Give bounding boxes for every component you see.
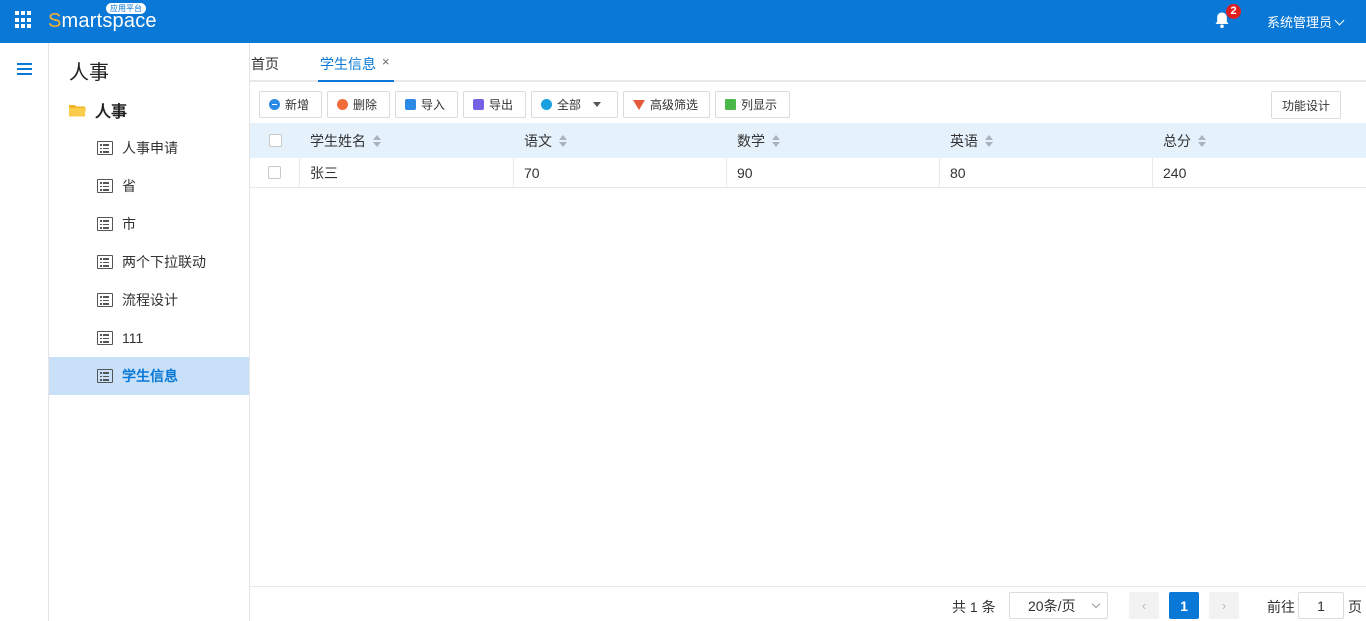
- active-tab-indicator: [318, 80, 394, 82]
- goto-page-input[interactable]: [1298, 592, 1344, 619]
- folder-icon: [69, 104, 86, 116]
- sidebar-folder[interactable]: 人事: [69, 99, 127, 121]
- select-all-checkbox[interactable]: [268, 134, 282, 147]
- table-row[interactable]: 张三 70 90 80 240: [250, 158, 1366, 188]
- sidebar-folder-label: 人事: [95, 104, 128, 121]
- chevron-down-icon: [1091, 599, 1101, 609]
- list-icon: [97, 141, 113, 155]
- scope-icon: [541, 99, 552, 110]
- list-icon: [97, 217, 113, 231]
- sidebar-item-student-info[interactable]: 学生信息: [49, 357, 249, 395]
- list-icon: [97, 369, 113, 383]
- list-icon: [97, 255, 113, 269]
- column-header-math[interactable]: 数学: [727, 123, 940, 158]
- sidebar-item-hr-application[interactable]: 人事申请: [49, 129, 249, 167]
- delete-button[interactable]: 删除: [327, 91, 390, 118]
- sidebar-item-label: 111: [122, 330, 144, 346]
- plus-icon: [269, 99, 280, 110]
- table-cell: 90: [727, 158, 940, 187]
- notification-count-badge: 2: [1226, 4, 1241, 19]
- top-bar: Smartspace 应用平台 2 系统管理员: [0, 0, 1366, 43]
- column-header-english[interactable]: 英语: [940, 123, 1153, 158]
- table-header: 学生姓名 语文 数学 英语 总分: [250, 123, 1366, 158]
- sidebar: 人事 人事 人事申请 省 市 两个下拉联动 流程设计 111 学生信息: [49, 43, 250, 621]
- sidebar-item-label: 流程设计: [122, 292, 178, 308]
- sidebar-item-city[interactable]: 市: [49, 205, 249, 243]
- row-checkbox[interactable]: [268, 166, 281, 179]
- tab-bar: 首页 学生信息 ×: [250, 43, 1366, 82]
- table-cell: 240: [1163, 164, 1187, 181]
- chevron-down-icon: [1334, 15, 1345, 26]
- export-button[interactable]: 导出: [463, 91, 526, 118]
- tab-student-info[interactable]: 学生信息: [320, 54, 376, 82]
- page-number-button[interactable]: 1: [1169, 592, 1199, 619]
- user-name: 系统管理员: [1267, 15, 1333, 30]
- table-cell: 80: [940, 158, 1153, 187]
- column-header-total[interactable]: 总分: [1153, 123, 1366, 158]
- sidebar-item-process-design[interactable]: 流程设计: [49, 281, 249, 319]
- tab-home[interactable]: 首页: [251, 54, 279, 74]
- export-icon: [473, 99, 484, 110]
- list-icon: [97, 293, 113, 307]
- column-header-name[interactable]: 学生姓名: [300, 123, 514, 158]
- sidebar-item-cascade-dropdowns[interactable]: 两个下拉联动: [49, 243, 249, 281]
- sidebar-item-label: 省: [122, 178, 136, 194]
- advanced-filter-button[interactable]: 高级筛选: [623, 91, 710, 118]
- sort-icon[interactable]: [559, 134, 568, 147]
- sidebar-item-label: 市: [122, 216, 136, 232]
- goto-label: 前往: [1267, 599, 1295, 615]
- function-design-button[interactable]: 功能设计: [1271, 91, 1342, 119]
- menu-toggle-icon[interactable]: [17, 63, 32, 78]
- sidebar-item-label: 人事申请: [122, 140, 178, 156]
- header-checkbox-cell: [250, 123, 300, 158]
- total-count: 共 1 条: [952, 599, 996, 615]
- sort-icon[interactable]: [772, 134, 781, 147]
- data-table: 学生姓名 语文 数学 英语 总分 张三 70 90 80 240: [250, 123, 1366, 188]
- toolbar: 新增 删除 导入 导出 全部 高级筛选 列显示 功能设计: [250, 91, 1366, 119]
- sidebar-nav: 人事申请 省 市 两个下拉联动 流程设计 111 学生信息: [49, 129, 249, 395]
- row-checkbox-cell: [250, 158, 300, 187]
- main-content: 首页 学生信息 × 新增 删除 导入 导出 全部 高级筛选 列显示 功能设计 学…: [250, 43, 1366, 621]
- sidebar-item-111[interactable]: 111: [49, 319, 249, 357]
- list-icon: [97, 179, 113, 193]
- delete-icon: [337, 99, 348, 110]
- columns-icon: [725, 99, 736, 110]
- prev-page-button[interactable]: ‹: [1129, 592, 1159, 619]
- import-button[interactable]: 导入: [395, 91, 458, 118]
- import-icon: [405, 99, 416, 110]
- sidebar-item-province[interactable]: 省: [49, 167, 249, 205]
- apps-grid-icon[interactable]: [15, 11, 33, 29]
- sort-icon[interactable]: [1198, 134, 1207, 147]
- goto-suffix: 页: [1348, 599, 1362, 615]
- left-rail: [0, 43, 49, 621]
- filter-icon: [633, 99, 645, 110]
- caret-down-icon: [593, 102, 602, 107]
- scope-dropdown[interactable]: 全部: [531, 91, 618, 118]
- pagination: 共 1 条 20条/页 ‹ 1 › 前往 页: [250, 586, 1366, 621]
- tab-close-icon[interactable]: ×: [382, 54, 390, 69]
- sidebar-title: 人事: [69, 62, 109, 84]
- list-icon: [97, 331, 113, 345]
- column-display-button[interactable]: 列显示: [715, 91, 790, 118]
- user-menu[interactable]: 系统管理员: [1267, 12, 1345, 31]
- page-size-select[interactable]: 20条/页: [1009, 592, 1108, 619]
- add-button[interactable]: 新增: [259, 91, 322, 118]
- sort-icon[interactable]: [373, 134, 382, 147]
- next-page-button[interactable]: ›: [1209, 592, 1239, 619]
- sidebar-item-label: 学生信息: [122, 368, 178, 384]
- logo-badge: 应用平台: [106, 3, 146, 14]
- column-header-chinese[interactable]: 语文: [514, 123, 727, 158]
- sort-icon[interactable]: [985, 134, 994, 147]
- table-cell: 70: [514, 158, 727, 187]
- table-cell: 张三: [300, 158, 514, 187]
- sidebar-item-label: 两个下拉联动: [122, 254, 206, 270]
